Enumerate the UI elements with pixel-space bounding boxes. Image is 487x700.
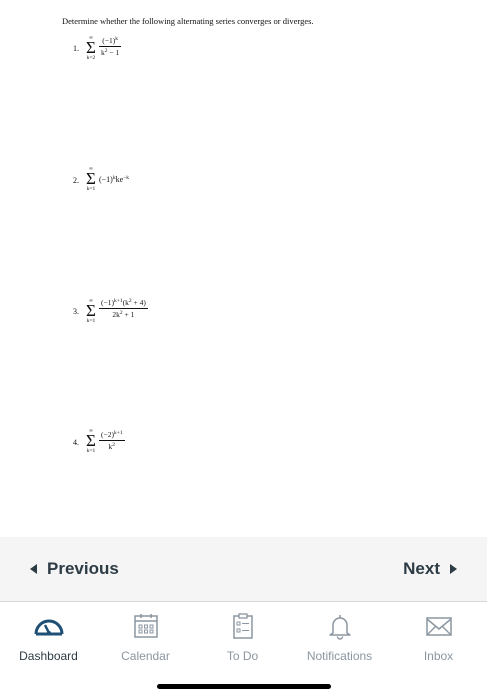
calendar-icon bbox=[133, 614, 158, 638]
previous-label: Previous bbox=[47, 559, 119, 578]
series-fraction: (−1)k k2 − 1 bbox=[99, 36, 122, 57]
tab-label: To Do bbox=[226, 649, 259, 663]
summation-symbol: ∞ Σ k=1 bbox=[86, 298, 96, 324]
previous-button[interactable]: Previous bbox=[30, 559, 119, 579]
todo-icon bbox=[232, 613, 253, 639]
summation-symbol: ∞ Σ k=1 bbox=[86, 428, 96, 454]
inbox-icon bbox=[425, 617, 452, 636]
next-label: Next bbox=[403, 559, 440, 578]
document-page: Determine whether the following alternat… bbox=[0, 0, 487, 537]
tab-notifications[interactable]: Notifications bbox=[291, 612, 388, 663]
home-indicator[interactable] bbox=[157, 684, 331, 689]
tab-dashboard[interactable]: Dashboard bbox=[0, 612, 97, 663]
tab-label: Notifications bbox=[306, 649, 373, 663]
triangle-left-icon bbox=[30, 564, 37, 574]
instructions-text: Determine whether the following alternat… bbox=[62, 16, 314, 26]
series-fraction: (−1)k+1(k2 + 4) 2k2 + 1 bbox=[99, 298, 148, 319]
next-button[interactable]: Next bbox=[403, 559, 457, 579]
summation-symbol: ∞ Σ k=2 bbox=[86, 35, 96, 61]
series-fraction: (−2)k+1 k2 bbox=[99, 430, 125, 451]
tab-todo[interactable]: To Do bbox=[194, 612, 291, 663]
tab-calendar[interactable]: Calendar bbox=[97, 612, 194, 663]
tab-inbox[interactable]: Inbox bbox=[390, 612, 487, 663]
problem-number: 4. bbox=[73, 438, 79, 447]
problem-number: 2. bbox=[73, 176, 79, 185]
bell-icon bbox=[328, 615, 351, 640]
pagination-bar: Previous Next bbox=[0, 537, 487, 602]
tab-label: Dashboard bbox=[19, 649, 78, 663]
summation-symbol: ∞ Σ k=1 bbox=[86, 166, 96, 192]
tab-label: Calendar bbox=[121, 649, 170, 663]
series-term: (−1)kke−k bbox=[99, 175, 130, 184]
triangle-right-icon bbox=[450, 564, 457, 574]
problem-number: 1. bbox=[73, 44, 79, 53]
tab-label: Inbox bbox=[423, 649, 454, 663]
dashboard-icon bbox=[34, 619, 63, 636]
problem-number: 3. bbox=[73, 307, 79, 316]
